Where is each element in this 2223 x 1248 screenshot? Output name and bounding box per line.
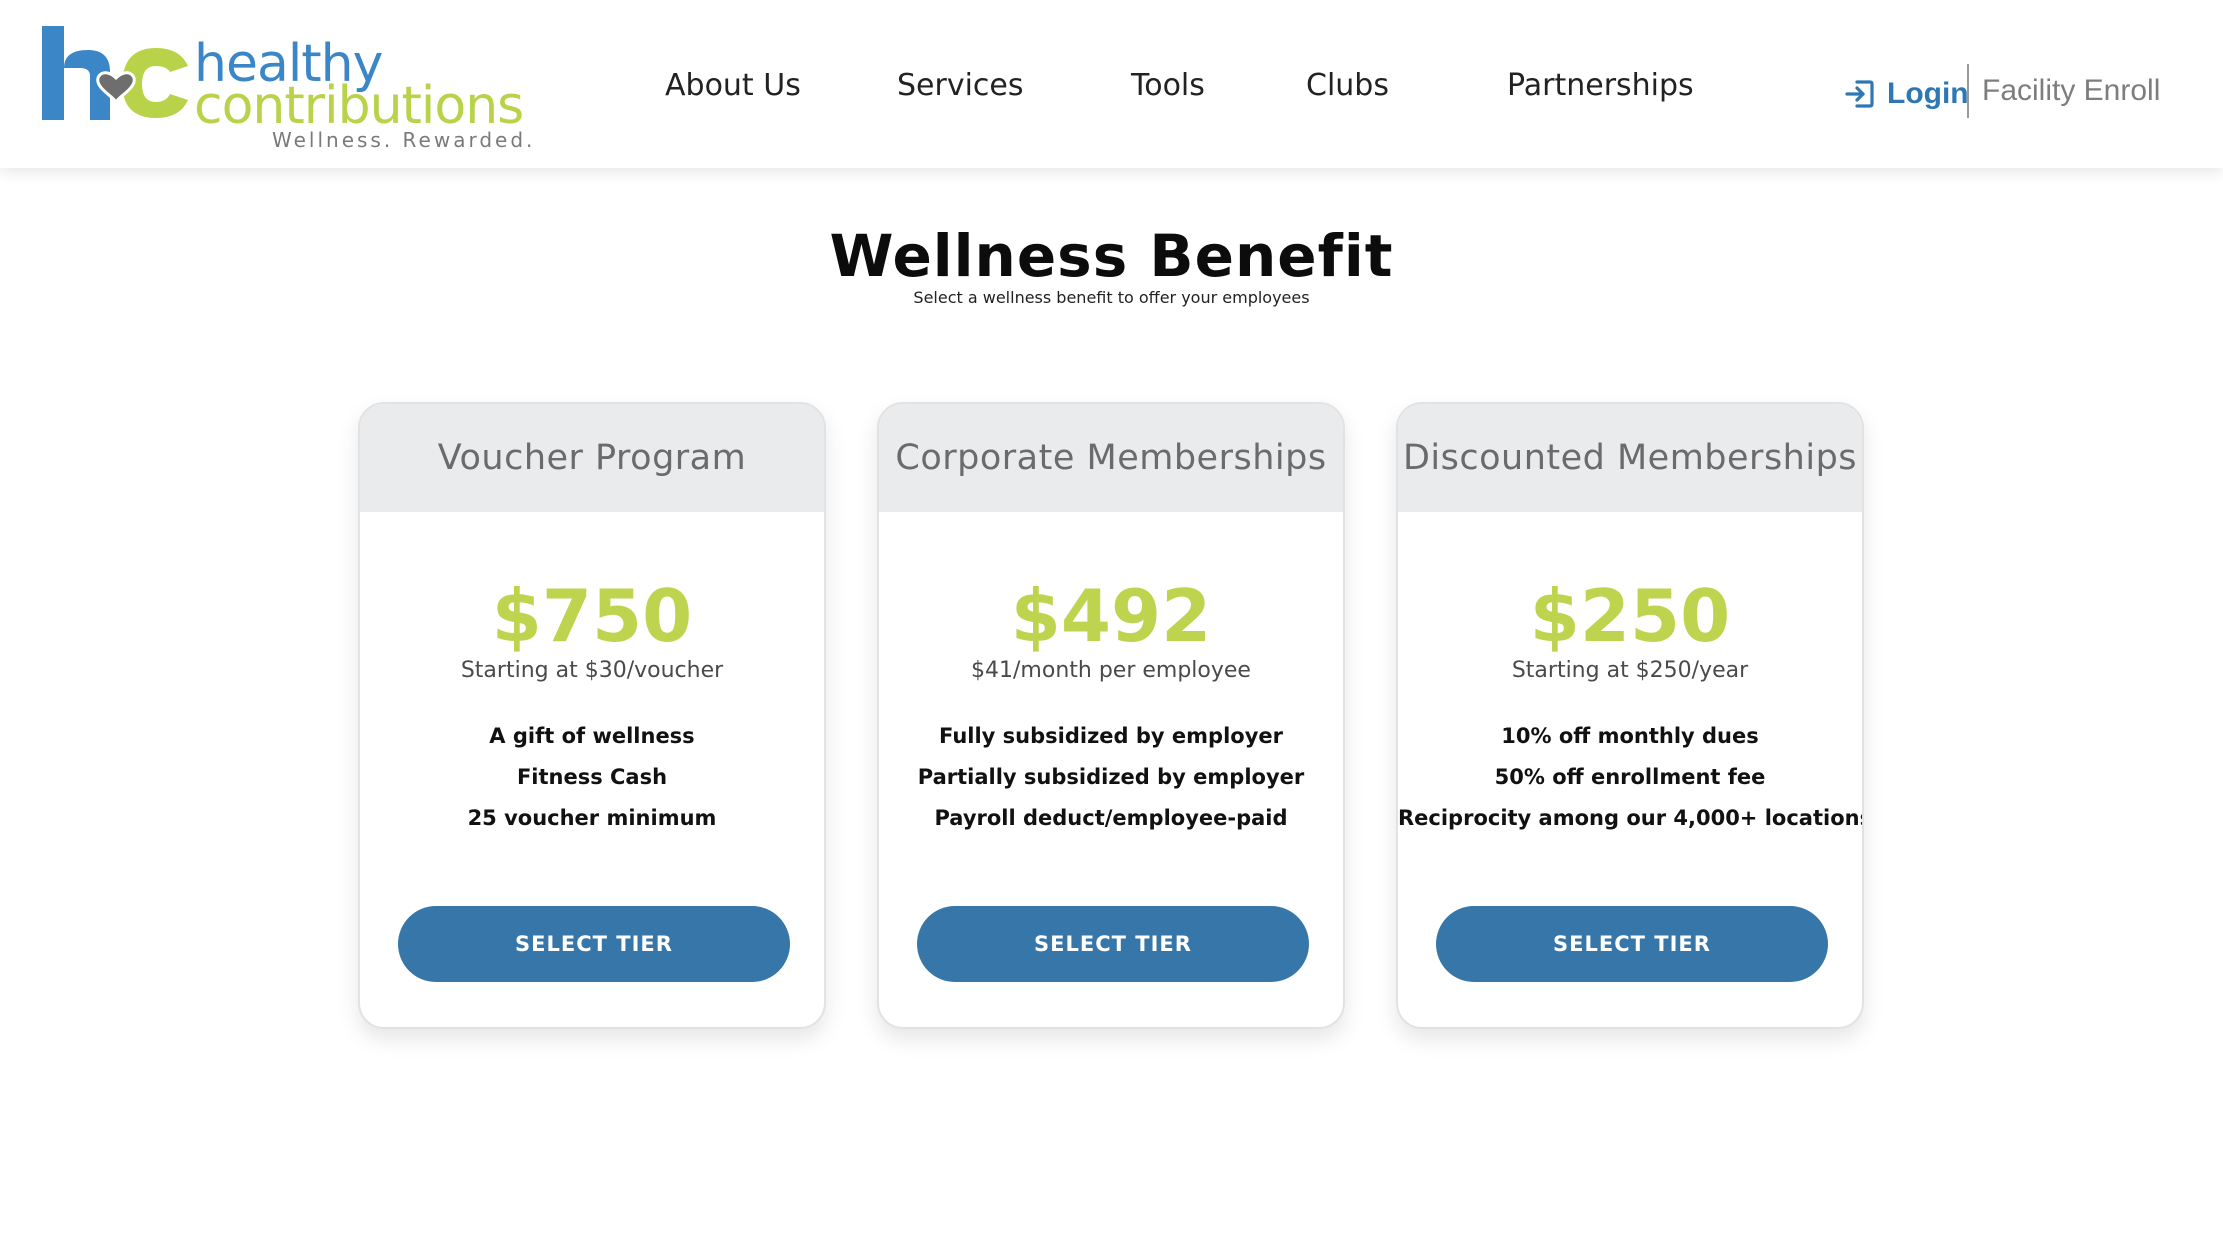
card-price-note: $41/month per employee [971,658,1251,683]
card-price: $250 [1529,574,1731,658]
nav-clubs[interactable]: Clubs [1306,68,1389,103]
login-arrow-icon [1845,80,1874,108]
logo-text-contributions: contributions [194,76,524,136]
select-tier-button-corporate[interactable]: SELECT TIER [917,906,1309,982]
card-title: Voucher Program [437,438,747,478]
card-header: Corporate Memberships [879,404,1343,512]
card-title: Corporate Memberships [895,438,1327,478]
card-features: 10% off monthly dues 50% off enrollment … [1398,716,1862,839]
feature-item: 10% off monthly dues [1501,724,1759,748]
page-title: Wellness Benefit [829,222,1394,290]
facility-enroll-link[interactable]: Facility Enroll [1982,74,2160,108]
card-header: Discounted Memberships [1398,404,1862,512]
nav-partnerships[interactable]: Partnerships [1507,68,1694,103]
feature-item: Partially subsidized by employer [917,765,1305,789]
select-tier-button-voucher[interactable]: SELECT TIER [398,906,790,982]
tier-card-discounted: Discounted Memberships $250 Starting at … [1396,402,1864,1029]
tier-card-corporate: Corporate Memberships $492 $41/month per… [877,402,1345,1029]
header-divider [1967,64,1969,118]
healthy-contributions-logo[interactable]: healthy contributions Wellness. Rewarded… [40,24,532,154]
nav-services[interactable]: Services [897,68,1024,103]
card-features: Fully subsidized by employer Partially s… [879,716,1343,839]
tier-card-voucher: Voucher Program $750 Starting at $30/vou… [358,402,826,1029]
card-price-note: Starting at $250/year [1511,658,1749,683]
card-features: A gift of wellness Fitness Cash 25 vouch… [360,716,824,839]
card-title: Discounted Memberships [1402,438,1858,478]
site-header: healthy contributions Wellness. Rewarded… [0,0,2223,168]
hc-logo-mark-icon [42,26,188,120]
feature-item: Payroll deduct/employee-paid [934,806,1288,830]
feature-item: Fully subsidized by employer [939,724,1283,748]
logo-tagline: Wellness. Rewarded. [272,128,536,152]
card-price-note: Starting at $30/voucher [460,658,724,683]
card-price: $750 [491,574,693,658]
feature-item: 25 voucher minimum [467,806,717,830]
card-price: $492 [1010,574,1212,658]
nav-tools[interactable]: Tools [1131,68,1205,103]
feature-item: 50% off enrollment fee [1494,765,1766,789]
feature-item: A gift of wellness [489,724,695,748]
select-tier-button-discounted[interactable]: SELECT TIER [1436,906,1828,982]
feature-item: Fitness Cash [516,765,668,789]
login-link[interactable]: Login [1843,72,1969,116]
login-label: Login [1887,77,1969,110]
feature-item: Reciprocity among our 4,000+ locations [1398,806,1864,830]
page-subtitle: Select a wellness benefit to offer your … [913,288,1310,307]
card-header: Voucher Program [360,404,824,512]
nav-about-us[interactable]: About Us [665,68,801,103]
